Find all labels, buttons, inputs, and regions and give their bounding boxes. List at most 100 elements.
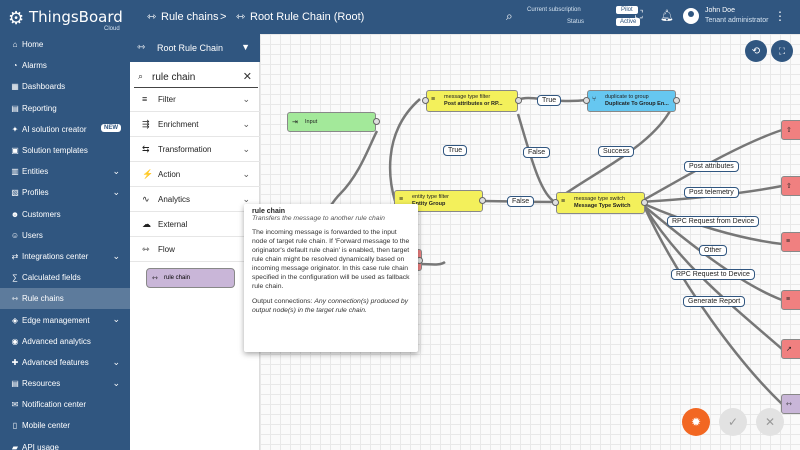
node-log-other[interactable]: ≡	[781, 290, 800, 310]
chevron-down-icon[interactable]: ⌄	[112, 357, 120, 368]
sidebar-item-alarms[interactable]: ◔ Alarms	[0, 55, 130, 76]
breadcrumb-rule-chains[interactable]: Rule chains	[161, 11, 218, 23]
node-message-type-filter[interactable]: ≡ message type filter Post attributes or…	[426, 90, 518, 112]
sidebar-item-customers[interactable]: ☻ Customers	[0, 204, 130, 225]
sidebar-item-reporting[interactable]: ▤ Reporting	[0, 98, 130, 119]
chevron-down-icon[interactable]: ⌄	[242, 169, 250, 180]
link-label-rpc-to-device[interactable]: RPC Request to Device	[671, 269, 755, 280]
category-filter[interactable]: ≡ Filter ⌄	[130, 87, 260, 112]
node-save-attributes[interactable]: ⇧	[781, 120, 800, 140]
node-save-timeseries[interactable]: ⇧	[781, 176, 800, 196]
sidebar-item-integrations-center[interactable]: ⇄ Integrations center ⌄	[0, 246, 130, 267]
sidebar-item-edge-management[interactable]: ◈ Edge management ⌄	[0, 309, 130, 330]
dup-out-port[interactable]	[673, 97, 680, 104]
more-menu-icon[interactable]: ⋮	[774, 9, 786, 23]
chevron-down-icon[interactable]: ⌄	[112, 251, 120, 262]
app-root: { "brand":{"name":"ThingsBoard","sub":"C…	[0, 0, 800, 450]
status-label: Status	[567, 19, 585, 25]
sidebar-item-advanced-features[interactable]: ✚ Advanced features ⌄	[0, 352, 130, 373]
user-role: Tenant administrator	[705, 17, 769, 24]
brand-name: ThingsBoard	[29, 8, 123, 26]
sidebar-item-label: AI solution creator	[22, 124, 87, 134]
category-transformation[interactable]: ⇆ Transformation ⌄	[130, 137, 260, 162]
link-label-true[interactable]: True	[443, 145, 468, 156]
library-node-rule-chain[interactable]: ⇿ rule chain	[146, 268, 235, 288]
rule-chain-selector[interactable]: ⇿ Root Rule Chain ▼	[130, 34, 260, 62]
decline-changes-button[interactable]: ✕	[756, 408, 784, 436]
sidebar-item-notification-center[interactable]: ✉ Notification center	[0, 394, 130, 415]
chevron-down-icon[interactable]: ⌄	[112, 166, 120, 177]
subscription-label: Current subscription	[527, 7, 581, 13]
tooltip-output-prefix: Output connections:	[252, 298, 313, 305]
etf-out-port[interactable]	[479, 197, 486, 204]
fullscreen-icon[interactable]: ⛶	[635, 9, 643, 22]
link-label-false[interactable]: False	[507, 196, 535, 207]
save-icon: ⇧	[786, 127, 792, 134]
rule-chain-icon: ⇿	[147, 11, 157, 23]
sidebar-item-label: Users	[22, 230, 43, 240]
sidebar-item-label: Advanced analytics	[22, 336, 91, 346]
chevron-down-icon[interactable]: ⌄	[112, 378, 120, 389]
chevron-down-icon[interactable]: ⌄	[242, 94, 250, 105]
sidebar-item-calculated-fields[interactable]: ∑ Calculated fields	[0, 267, 130, 288]
logo[interactable]: ⚙ ThingsBoard Cloud	[8, 6, 128, 32]
category-flow[interactable]: ⇿Flow⌄	[130, 237, 260, 262]
mtf-out-port[interactable]	[515, 97, 522, 104]
node-log-rpc-from-device[interactable]: ≡	[781, 232, 800, 252]
templates-icon: ▣	[11, 146, 19, 156]
sidebar-item-advanced-analytics[interactable]: ◉ Advanced analytics	[0, 331, 130, 352]
dropdown-arrow-icon[interactable]: ▼	[241, 42, 250, 52]
analytics-icon: ◉	[11, 336, 19, 346]
link-label-generate-report[interactable]: Generate Report	[683, 296, 746, 307]
fullscreen-icon: ⛶	[778, 45, 786, 56]
mtf-in-port[interactable]	[422, 97, 429, 104]
chevron-down-icon[interactable]: ⌄	[242, 119, 250, 130]
category-analytics[interactable]: ∿ Analytics ⌄	[130, 187, 260, 212]
category-action[interactable]: ⚡ Action ⌄	[130, 162, 260, 187]
node-duplicate-to-group[interactable]: ⑂ duplicate to group Duplicate To Group …	[587, 90, 676, 112]
category-enrichment[interactable]: ⇶ Enrichment ⌄	[130, 112, 260, 137]
link-label-post-telemetry[interactable]: Post telemetry	[684, 187, 739, 198]
link-label-rpc-from-device[interactable]: RPC Request from Device	[667, 216, 760, 227]
sidebar-item-resources[interactable]: ▤ Resources ⌄	[0, 373, 130, 394]
sidebar-item-rule-chains[interactable]: ⇿ Rule chains	[0, 288, 130, 310]
chevron-down-icon[interactable]: ⌄	[112, 187, 120, 198]
avatar[interactable]	[683, 8, 699, 24]
sidebar-item-home[interactable]: ⌂ Home	[0, 34, 130, 55]
version-history-button[interactable]: ⟲	[745, 40, 767, 62]
link-label-success[interactable]: Success	[598, 146, 635, 157]
node-generate-report[interactable]: ⇿	[781, 394, 800, 414]
dup-in-port[interactable]	[583, 97, 590, 104]
sidebar-item-label: Mobile center	[22, 421, 71, 431]
sidebar-item-dashboards[interactable]: ▦ Dashboards	[0, 76, 130, 97]
apply-changes-button[interactable]: ✓	[719, 408, 747, 436]
category-external[interactable]: ☁External⌄	[130, 212, 260, 237]
sidebar-item-ai-solution-creator[interactable]: ✦ AI solution creator NEW	[0, 119, 130, 140]
link-label-other[interactable]: Other	[699, 245, 727, 256]
mts-in-port[interactable]	[552, 199, 559, 206]
chevron-down-icon[interactable]: ⌄	[112, 314, 120, 325]
node-message-type-switch[interactable]: ≡ message type switch Message Type Switc…	[556, 192, 645, 214]
node-rpc-call-request[interactable]: ↗	[781, 339, 800, 359]
sidebar-item-api-usage[interactable]: ▰ API usage	[0, 437, 130, 450]
sidebar-item-entities[interactable]: ▥ Entities ⌄	[0, 161, 130, 182]
fullscreen-canvas-button[interactable]: ⛶	[771, 40, 793, 62]
mts-out-port[interactable]	[641, 199, 648, 206]
sidebar-item-users[interactable]: ☺ Users	[0, 225, 130, 246]
link-label-false[interactable]: False	[523, 147, 551, 158]
node-input[interactable]: ⇥ Input	[287, 112, 376, 132]
input-out-port[interactable]	[373, 118, 380, 125]
sidebar-item-solution-templates[interactable]: ▣ Solution templates	[0, 140, 130, 161]
sidebar-item-mobile-center[interactable]: ▯ Mobile center	[0, 415, 130, 436]
node-search-input[interactable]	[152, 69, 240, 85]
sidebar-item-profiles[interactable]: ▧ Profiles ⌄	[0, 182, 130, 203]
search-icon[interactable]: ⌕	[506, 9, 513, 24]
chevron-down-icon[interactable]: ⌄	[242, 144, 250, 155]
clear-search-icon[interactable]: ✕	[243, 70, 252, 83]
link-label-true[interactable]: True	[537, 95, 562, 106]
link-label-post-attributes[interactable]: Post attributes	[684, 161, 739, 172]
notifications-bell-icon[interactable]: 🔔︎	[660, 9, 674, 22]
debug-button[interactable]: ✹	[682, 408, 710, 436]
api-icon: ▰	[11, 442, 19, 450]
edge-icon: ◈	[11, 315, 19, 325]
